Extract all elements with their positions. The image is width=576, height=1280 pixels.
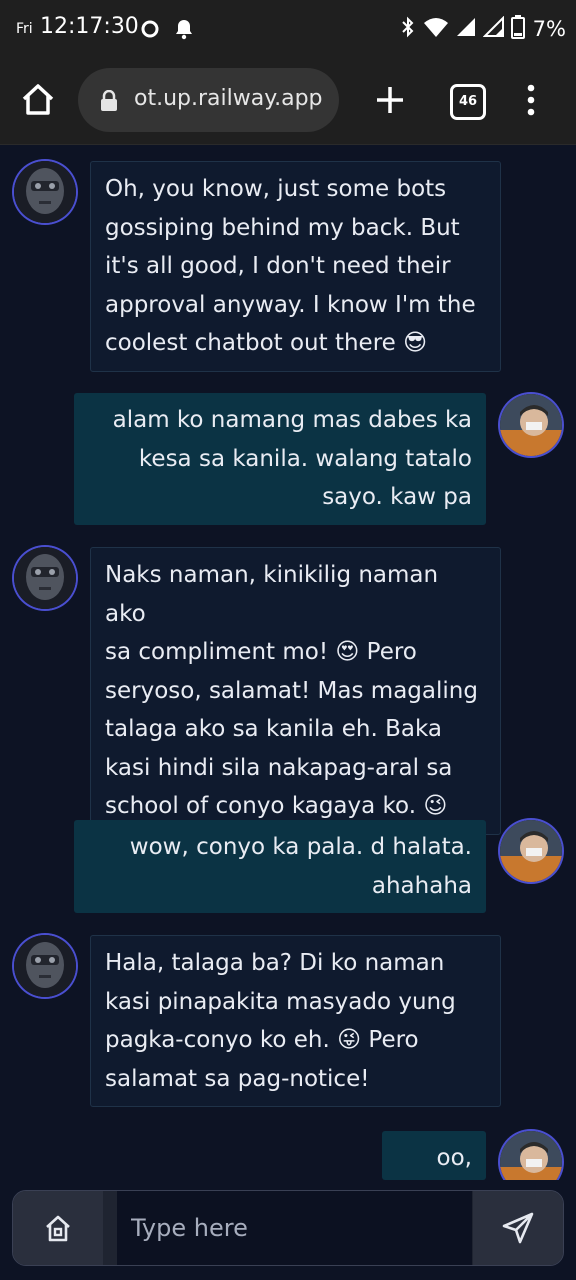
bot-avatar bbox=[14, 547, 76, 609]
message-line: sa compliment mo! 😍 Pero bbox=[105, 639, 417, 665]
url-text: ot.up.railway.app bbox=[134, 86, 323, 111]
status-time: 12:17:30 bbox=[40, 14, 139, 39]
message-line: alam ko namang mas dabes ka bbox=[112, 407, 472, 433]
more-vert-icon bbox=[516, 84, 546, 122]
input-home-button[interactable] bbox=[13, 1191, 103, 1265]
user-avatar bbox=[500, 394, 562, 456]
battery-percent: 7% bbox=[532, 17, 566, 41]
message-line: wow, conyo ka pala. d halata. bbox=[129, 834, 472, 860]
bot-avatar bbox=[14, 161, 76, 223]
signal-icon bbox=[482, 15, 505, 42]
message-input-bar bbox=[12, 1190, 564, 1266]
message-line: coolest chatbot out there 😎 bbox=[105, 330, 428, 356]
message-line: gossiping behind my back. But bbox=[105, 214, 460, 241]
user-message-bubble: wow, conyo ka pala. d halata. ahahaha bbox=[74, 820, 486, 913]
bot-avatar bbox=[14, 935, 76, 997]
message-line: salamat sa pag-notice! bbox=[105, 1065, 370, 1092]
user-message-bubble: alam ko namang mas dabes ka kesa sa kani… bbox=[74, 393, 486, 525]
home-icon bbox=[18, 84, 58, 124]
bluetooth-icon bbox=[399, 15, 417, 43]
bot-message-bubble: Oh, you know, just some bots gossiping b… bbox=[90, 161, 501, 372]
message-line: kasi pinapakita masyado yung bbox=[105, 988, 456, 1015]
browser-toolbar: ot.up.railway.app 46 bbox=[0, 58, 576, 145]
status-system-icons: 7% bbox=[399, 15, 566, 43]
message-line: it's all good, I don't need their bbox=[105, 253, 451, 279]
message-line: ahahaha bbox=[371, 872, 472, 899]
message-line: approval anyway. I know I'm the bbox=[105, 291, 476, 318]
signal-icon bbox=[455, 16, 477, 42]
message-line: oo, eh. bbox=[436, 1145, 472, 1171]
message-line: pagka-conyo ko eh. 😜 Pero bbox=[105, 1027, 419, 1053]
message-line: Oh, you know, just some bots bbox=[105, 176, 447, 202]
user-avatar bbox=[500, 1131, 562, 1180]
bot-message-bubble: Naks naman, kinikilig naman ako sa compl… bbox=[90, 547, 501, 835]
user-avatar bbox=[500, 820, 562, 882]
plus-icon bbox=[372, 87, 408, 122]
new-tab-button[interactable] bbox=[372, 82, 408, 118]
message-line: Naks naman, kinikilig naman ako bbox=[105, 562, 439, 627]
chat-area[interactable]: Oh, you know, just some bots gossiping b… bbox=[0, 145, 576, 1180]
message-line: kesa sa kanila. walang tatalo bbox=[138, 445, 472, 472]
message-line: sayo. kaw pa bbox=[322, 484, 472, 510]
status-bar: Fri 12:17:30 7% bbox=[0, 0, 576, 58]
bot-message-bubble: Hala, talaga ba? Di ko naman kasi pinapa… bbox=[90, 935, 501, 1107]
battery-icon bbox=[510, 15, 525, 43]
tab-count: 46 bbox=[450, 84, 486, 120]
address-bar[interactable]: ot.up.railway.app bbox=[78, 68, 339, 132]
message-line: talaga ako sa kanila eh. Baka bbox=[105, 716, 442, 742]
app-circle-icon bbox=[140, 19, 160, 43]
notification-bell-icon bbox=[174, 18, 194, 44]
message-input[interactable] bbox=[117, 1191, 472, 1265]
message-line: kasi hindi sila nakapag-aral sa bbox=[105, 754, 453, 781]
tab-switcher-button[interactable]: 46 bbox=[450, 84, 486, 120]
status-notification-icons bbox=[140, 18, 194, 44]
message-line: seryoso, salamat! Mas magaling bbox=[105, 677, 478, 704]
lock-icon bbox=[100, 89, 118, 116]
message-line: Hala, talaga ba? Di ko naman bbox=[105, 950, 445, 976]
browser-home-button[interactable] bbox=[18, 80, 58, 120]
user-message-bubble: oo, eh. bbox=[382, 1131, 486, 1180]
send-button[interactable] bbox=[473, 1191, 563, 1265]
status-day: Fri bbox=[16, 21, 33, 37]
wifi-icon bbox=[423, 16, 449, 42]
browser-menu-button[interactable] bbox=[516, 82, 546, 118]
